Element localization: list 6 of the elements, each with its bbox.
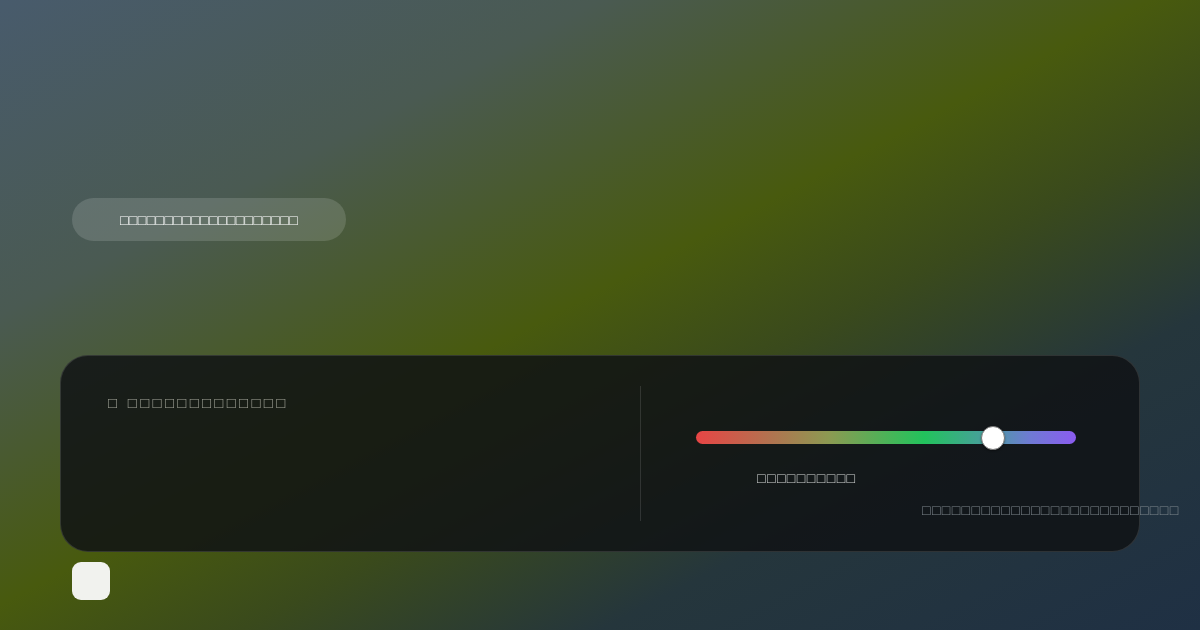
slider-label: □□□□□□□□□□ bbox=[757, 470, 857, 486]
square-tile-icon bbox=[72, 562, 110, 600]
slider-thumb[interactable] bbox=[981, 425, 1006, 450]
footnote-text: □□□□□□□□□□□□□□□□□□□□□□□□□□ bbox=[922, 502, 1180, 518]
panel-heading: □ □□□□□□□□□□□□□ bbox=[108, 394, 289, 411]
caption-pill: □□□□□□□□□□□□□□□□□□□□ bbox=[72, 198, 346, 241]
